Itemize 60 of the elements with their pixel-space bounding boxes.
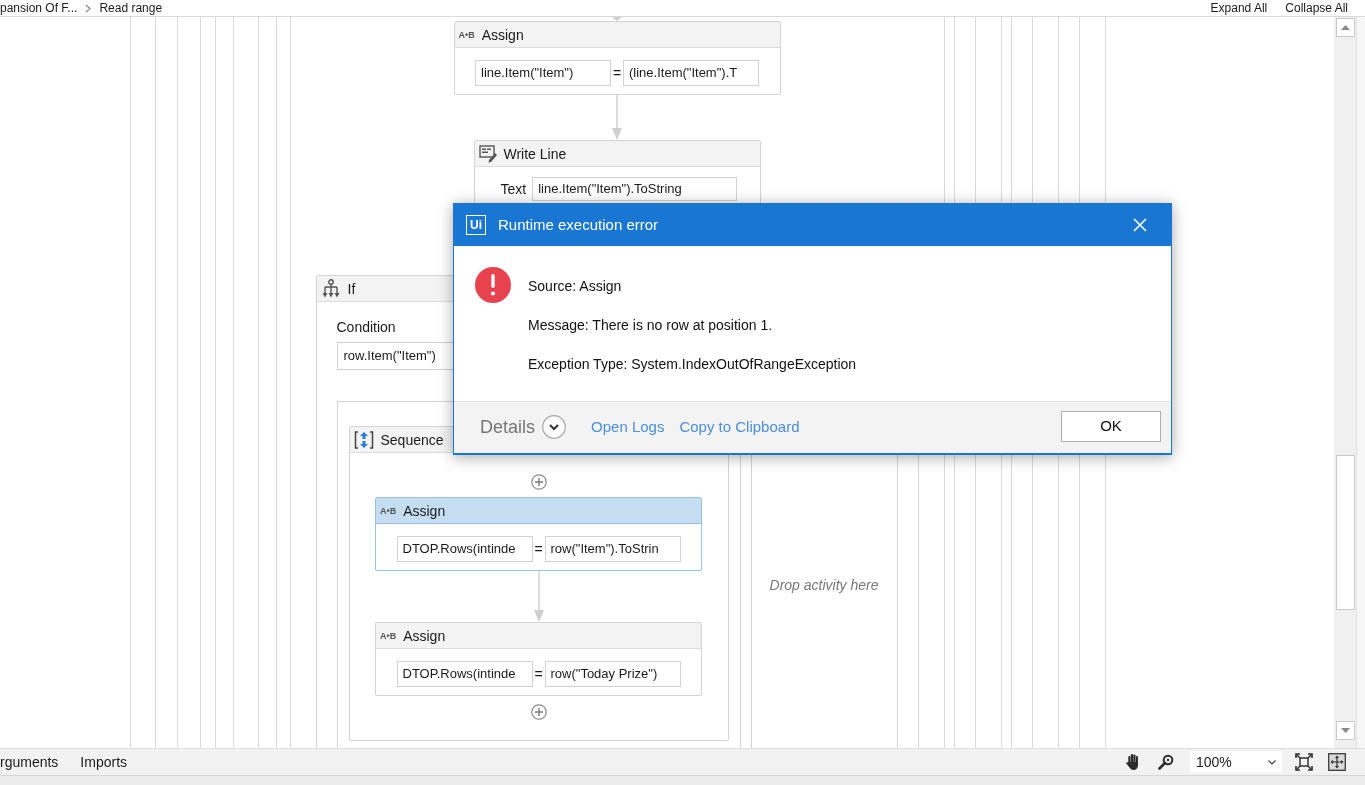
zoom-dropdown[interactable]: 100% (1190, 751, 1282, 773)
activity-title: If (347, 279, 356, 298)
activity-title: Assign (403, 626, 446, 645)
drop-hint-text: Drop activity here (769, 576, 879, 594)
expression-field[interactable]: line.Item("Item").ToString (532, 177, 738, 201)
vertical-scrollbar[interactable] (1334, 17, 1356, 748)
assign-icon: A•B (380, 505, 397, 516)
monitor-pencil-icon (478, 144, 497, 163)
sequence-icon (353, 429, 374, 450)
dialog-title: Runtime execution error (498, 214, 659, 235)
expression-field[interactable]: row.Item("Item") (336, 342, 455, 370)
magnifier-icon[interactable] (1158, 754, 1174, 770)
connector-arrow (612, 95, 622, 140)
field-label: Text (500, 180, 527, 198)
activity-card[interactable]: A•B Assign DTOP.Rows(intinde = row("Item").ToStrin (375, 497, 702, 571)
ok-button[interactable]: OK (1061, 411, 1161, 442)
expression-field[interactable]: row("Item").ToStrin (544, 536, 681, 562)
add-activity-icon[interactable] (530, 474, 547, 490)
branch-arrows-icon (320, 278, 341, 299)
breadcrumb-link[interactable]: Read range (99, 1, 163, 15)
expression-field[interactable]: row("Today Prize") (544, 661, 681, 687)
expression-field[interactable]: DTOP.Rows(intinde (396, 661, 533, 687)
equals-sign: = (533, 541, 544, 557)
toolbar-link[interactable]: Collapse All (1285, 1, 1348, 15)
hand-icon[interactable] (1125, 753, 1141, 771)
error-detail-text: Source: Assign (528, 277, 623, 296)
field-label: Condition (336, 318, 396, 336)
error-icon (475, 267, 511, 303)
expression-field[interactable]: line.Item("Item") (475, 60, 611, 86)
connector-arrow (533, 571, 544, 622)
equals-sign: = (533, 666, 544, 682)
activity-title: Assign (403, 501, 446, 520)
expression-field[interactable]: (line.Item("Item").T (623, 60, 759, 86)
scroll-down-button[interactable] (1335, 721, 1355, 740)
assign-icon: A•B (380, 630, 397, 641)
app-logo: Ui (466, 215, 486, 235)
activity-title: Sequence (380, 430, 444, 449)
triangle-up-icon (1340, 25, 1350, 30)
panel-tab[interactable]: Imports (80, 753, 128, 771)
add-activity-icon[interactable] (530, 704, 547, 720)
scroll-up-button[interactable] (1335, 18, 1355, 37)
activity-title: Assign (481, 25, 524, 44)
error-detail-text: Exception Type: System.IndexOutOfRangeException (528, 355, 857, 374)
toolbar-link[interactable]: Expand All (1210, 1, 1268, 15)
activity-title: Write Line (503, 144, 567, 163)
activity-card[interactable]: A•B Assign line.Item("Item") = (line.Item("Item").T (453, 21, 781, 95)
equals-sign: = (611, 65, 623, 81)
fit-to-screen-icon[interactable] (1295, 753, 1313, 771)
activity-card[interactable]: A•B Assign DTOP.Rows(intinde = row("Today Prize") (375, 622, 702, 696)
scrollbar-thumb[interactable] (1335, 455, 1355, 610)
panel-tab[interactable]: rguments (0, 753, 59, 771)
chevron-right-icon (85, 3, 92, 13)
close-icon (1133, 218, 1147, 232)
expression-field[interactable]: DTOP.Rows(intinde (396, 536, 533, 562)
error-detail-text: Message: There is no row at position 1. (528, 316, 774, 335)
caret-down-icon (1268, 759, 1276, 765)
assign-icon: A•B (458, 29, 475, 40)
triangle-down-icon (1340, 728, 1350, 733)
move-arrows-icon[interactable] (1328, 753, 1346, 771)
breadcrumb-link[interactable]: pansion Of F... (0, 1, 78, 15)
